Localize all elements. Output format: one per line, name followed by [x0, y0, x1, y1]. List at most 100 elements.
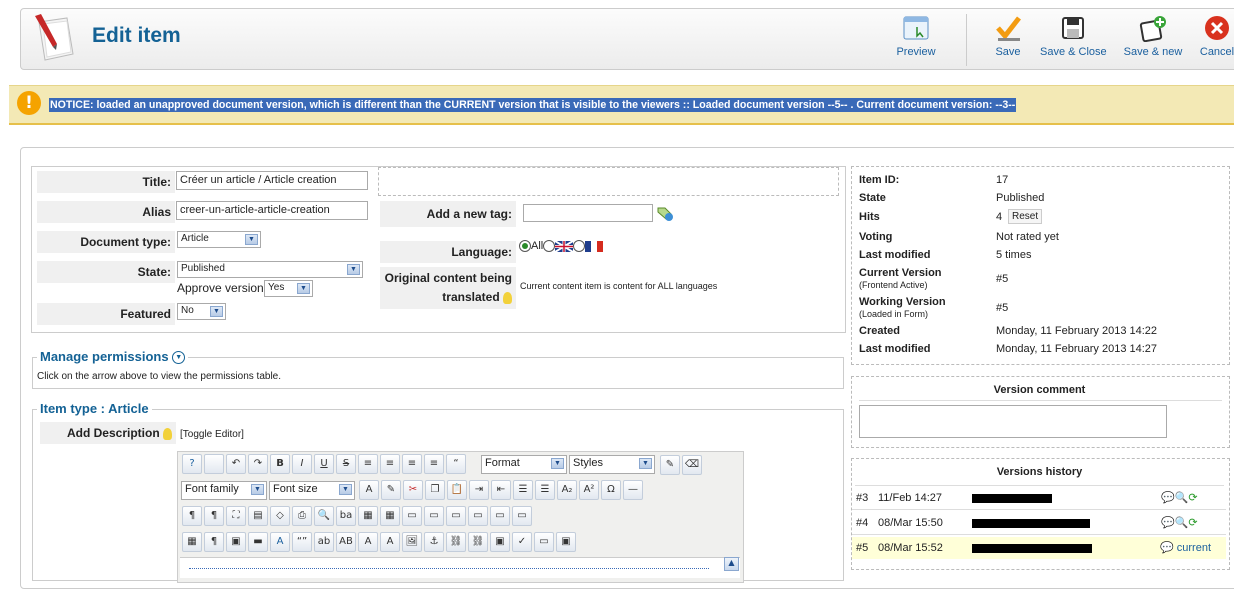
- special-char-icon[interactable]: Ω: [601, 480, 621, 500]
- strike-icon[interactable]: A: [358, 532, 378, 552]
- outdent-icon[interactable]: ⇤: [491, 480, 511, 500]
- row-icon[interactable]: ▭: [402, 506, 422, 526]
- redo-icon[interactable]: ↷: [248, 454, 268, 474]
- toggle-editor-link[interactable]: [Toggle Editor]: [180, 429, 244, 440]
- divider: [859, 400, 1222, 401]
- restore-icon[interactable]: ⟳: [1188, 516, 1197, 529]
- hr-icon[interactable]: ▭: [534, 532, 554, 552]
- pagebreak-icon[interactable]: ▬: [248, 532, 268, 552]
- font-family-select[interactable]: Font family ▼: [181, 481, 267, 500]
- compare-icon[interactable]: 🔍: [1175, 491, 1189, 504]
- comment-icon[interactable]: 💬: [1161, 516, 1175, 529]
- fullscreen-icon[interactable]: ⛶: [226, 506, 246, 526]
- scroll-up-icon[interactable]: ▲: [724, 557, 739, 571]
- align-left-icon[interactable]: ≡: [402, 454, 422, 474]
- col-icon[interactable]: ▭: [424, 506, 444, 526]
- save-close-button[interactable]: Save & Close: [1040, 14, 1107, 66]
- replace-icon[interactable]: ba: [336, 506, 356, 526]
- compare-icon[interactable]: 🔍: [1175, 516, 1189, 529]
- abbr-icon[interactable]: ab: [314, 532, 334, 552]
- highlight-icon[interactable]: ✎: [381, 480, 401, 500]
- expand-icon[interactable]: ▼: [172, 351, 186, 365]
- cut-icon[interactable]: ✂: [403, 480, 423, 500]
- format-select[interactable]: Format ▼: [481, 455, 567, 474]
- delete-table-icon[interactable]: ▦: [380, 506, 400, 526]
- version-actions: 💬🔍⟳: [1161, 491, 1198, 504]
- insert-table-icon[interactable]: ▦: [358, 506, 378, 526]
- version-comment-textarea[interactable]: [859, 405, 1167, 438]
- media-icon[interactable]: ▣: [226, 532, 246, 552]
- acronym-icon[interactable]: AB: [336, 532, 356, 552]
- visual-aid-icon[interactable]: ▦: [182, 532, 202, 552]
- split-icon[interactable]: ▭: [490, 506, 510, 526]
- superscript-icon[interactable]: A²: [579, 480, 599, 500]
- add-tag-input[interactable]: [523, 204, 653, 222]
- restore-icon[interactable]: ⟳: [1188, 491, 1197, 504]
- strikethrough-icon[interactable]: S: [336, 454, 356, 474]
- unlink-icon[interactable]: ⛓: [446, 532, 466, 552]
- comment-icon[interactable]: 💬: [1160, 542, 1174, 554]
- code-icon[interactable]: ◇: [270, 506, 290, 526]
- print-icon[interactable]: ⎙: [292, 506, 312, 526]
- eraser-icon[interactable]: ✎ ⌫: [660, 455, 704, 475]
- chevron-down-icon: ▼: [639, 458, 652, 469]
- insert-image-icon[interactable]: ▣: [490, 532, 510, 552]
- align-right-icon[interactable]: ≡: [424, 454, 444, 474]
- template-icon[interactable]: ▤: [248, 506, 268, 526]
- styles-select[interactable]: Styles ▼: [569, 455, 655, 474]
- subscript-icon[interactable]: A₂: [557, 480, 577, 500]
- version-number: #5: [856, 542, 869, 554]
- add-tag-icon[interactable]: [656, 205, 674, 221]
- help-icon[interactable]: ?: [182, 454, 202, 474]
- save-new-button[interactable]: Save & new: [1120, 14, 1186, 66]
- ins-icon[interactable]: A: [380, 532, 400, 552]
- reset-hits-button[interactable]: Reset: [1008, 209, 1043, 224]
- blockquote-icon[interactable]: “: [446, 454, 466, 474]
- font-size-select[interactable]: Font size ▼: [269, 481, 355, 500]
- paragraph-rtl-icon[interactable]: ¶: [204, 506, 224, 526]
- image-icon[interactable]: 🖼: [402, 532, 422, 552]
- bold-icon[interactable]: B: [270, 454, 290, 474]
- alias-input[interactable]: creer-un-article-article-creation: [176, 201, 368, 220]
- state-select[interactable]: Published ▼: [177, 261, 363, 278]
- link-icon[interactable]: ⛓: [468, 532, 488, 552]
- radio-en[interactable]: [543, 240, 556, 253]
- comment-icon[interactable]: 💬: [1161, 491, 1175, 504]
- new-document-icon[interactable]: [204, 454, 224, 474]
- preview-button[interactable]: Preview: [893, 14, 939, 66]
- show-blocks-icon[interactable]: ¶: [204, 532, 224, 552]
- radio-fr[interactable]: [573, 240, 586, 253]
- featured-select[interactable]: No ▼: [177, 303, 226, 320]
- undo-icon[interactable]: ↶: [226, 454, 246, 474]
- spellcheck-icon[interactable]: ✓: [512, 532, 532, 552]
- permissions-title[interactable]: Manage permissions ▼: [37, 349, 189, 365]
- text-color-icon[interactable]: A: [359, 480, 379, 500]
- doctype-select[interactable]: Article ▼: [177, 231, 261, 248]
- italic-icon[interactable]: I: [292, 454, 312, 474]
- bullet-list-icon[interactable]: ☰: [535, 480, 555, 500]
- underline-icon[interactable]: U: [314, 454, 334, 474]
- indent-icon[interactable]: ⇥: [469, 480, 489, 500]
- styles-icon[interactable]: A: [270, 532, 290, 552]
- table-props-icon[interactable]: ▭: [512, 506, 532, 526]
- numbered-list-icon[interactable]: ☰: [513, 480, 533, 500]
- save-button[interactable]: Save: [990, 14, 1026, 66]
- copy-icon[interactable]: ❐: [425, 480, 445, 500]
- cell-icon[interactable]: ▭: [446, 506, 466, 526]
- title-input[interactable]: Créer un article / Article creation: [176, 171, 368, 190]
- source-icon[interactable]: ▣: [556, 532, 576, 552]
- anchor-icon[interactable]: ⚓: [424, 532, 444, 552]
- approve-version-select[interactable]: Yes ▼: [264, 280, 313, 297]
- paste-icon[interactable]: 📋: [447, 480, 467, 500]
- find-icon[interactable]: 🔍: [314, 506, 334, 526]
- merge-icon[interactable]: ▭: [468, 506, 488, 526]
- editor-toolbar-row-2: A ✎ ✂ ❐ 📋 ⇥ ⇤ ☰ ☰ A₂ A² Ω —: [359, 480, 742, 502]
- radio-all[interactable]: [519, 240, 531, 253]
- paragraph-icon[interactable]: ¶: [182, 506, 202, 526]
- cite-icon[interactable]: “”: [292, 532, 312, 552]
- broom-icon[interactable]: ⌫: [682, 455, 702, 475]
- horizontal-rule-icon[interactable]: —: [623, 480, 643, 500]
- justify-icon[interactable]: ≡: [358, 454, 378, 474]
- align-center-icon[interactable]: ≡: [380, 454, 400, 474]
- cancel-button[interactable]: Cancel: [1198, 14, 1234, 66]
